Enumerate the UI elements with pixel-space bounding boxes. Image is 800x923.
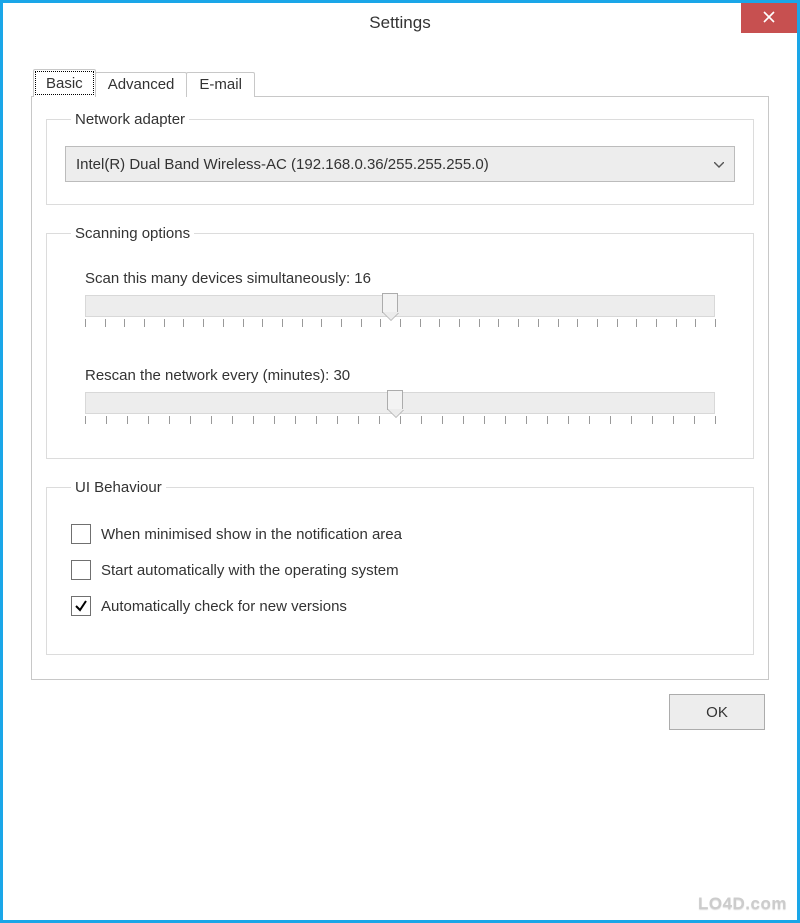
button-row: OK bbox=[31, 694, 769, 730]
close-button[interactable] bbox=[741, 3, 797, 33]
group-legend-ui: UI Behaviour bbox=[71, 479, 166, 496]
slider-thumb[interactable] bbox=[382, 293, 398, 321]
tab-panel-basic: Network adapter Intel(R) Dual Band Wirel… bbox=[31, 96, 769, 680]
group-scanning-options: Scanning options Scan this many devices … bbox=[46, 225, 754, 459]
scan-count-slider[interactable] bbox=[85, 295, 715, 329]
checkbox-box bbox=[71, 560, 91, 580]
scan-count-value: 16 bbox=[354, 270, 371, 287]
slider-thumb[interactable] bbox=[387, 390, 403, 418]
dialog-content: Basic Advanced E-mail Network adapter In… bbox=[3, 43, 797, 750]
checkbox-label: Start automatically with the operating s… bbox=[101, 562, 399, 579]
checkbox-label: Automatically check for new versions bbox=[101, 598, 347, 615]
checkbox-box bbox=[71, 524, 91, 544]
chevron-down-icon bbox=[714, 157, 724, 171]
check-icon bbox=[74, 599, 88, 613]
network-adapter-dropdown[interactable]: Intel(R) Dual Band Wireless-AC (192.168.… bbox=[65, 146, 735, 182]
rescan-label: Rescan the network every (minutes): 30 bbox=[85, 367, 735, 384]
ok-button[interactable]: OK bbox=[669, 694, 765, 730]
slider-ticks bbox=[85, 416, 715, 426]
checkbox-box bbox=[71, 596, 91, 616]
rescan-slider[interactable] bbox=[85, 392, 715, 426]
scan-count-label: Scan this many devices simultaneously: 1… bbox=[85, 270, 735, 287]
group-network-adapter: Network adapter Intel(R) Dual Band Wirel… bbox=[46, 111, 754, 205]
group-ui-behaviour: UI Behaviour When minimised show in the … bbox=[46, 479, 754, 655]
checkbox-label: When minimised show in the notification … bbox=[101, 526, 402, 543]
group-legend-network: Network adapter bbox=[71, 111, 189, 128]
checkbox-start-automatically[interactable]: Start automatically with the operating s… bbox=[71, 560, 735, 580]
watermark: LO4D.com bbox=[698, 894, 787, 914]
slider-ticks bbox=[85, 319, 715, 329]
tab-advanced[interactable]: Advanced bbox=[95, 72, 188, 97]
slider-track bbox=[85, 392, 715, 414]
checkbox-minimise-tray[interactable]: When minimised show in the notification … bbox=[71, 524, 735, 544]
close-icon bbox=[763, 10, 775, 27]
rescan-value: 30 bbox=[333, 367, 350, 384]
tab-basic[interactable]: Basic bbox=[33, 69, 96, 97]
window-title: Settings bbox=[369, 13, 430, 33]
tabs: Basic Advanced E-mail bbox=[33, 69, 769, 97]
checkbox-auto-check-updates[interactable]: Automatically check for new versions bbox=[71, 596, 735, 616]
slider-track bbox=[85, 295, 715, 317]
settings-window: Settings Basic Advanced E-mail Network a… bbox=[0, 0, 800, 923]
network-adapter-selected: Intel(R) Dual Band Wireless-AC (192.168.… bbox=[76, 156, 489, 173]
group-legend-scanning: Scanning options bbox=[71, 225, 194, 242]
titlebar: Settings bbox=[3, 3, 797, 43]
tab-email[interactable]: E-mail bbox=[186, 72, 255, 97]
